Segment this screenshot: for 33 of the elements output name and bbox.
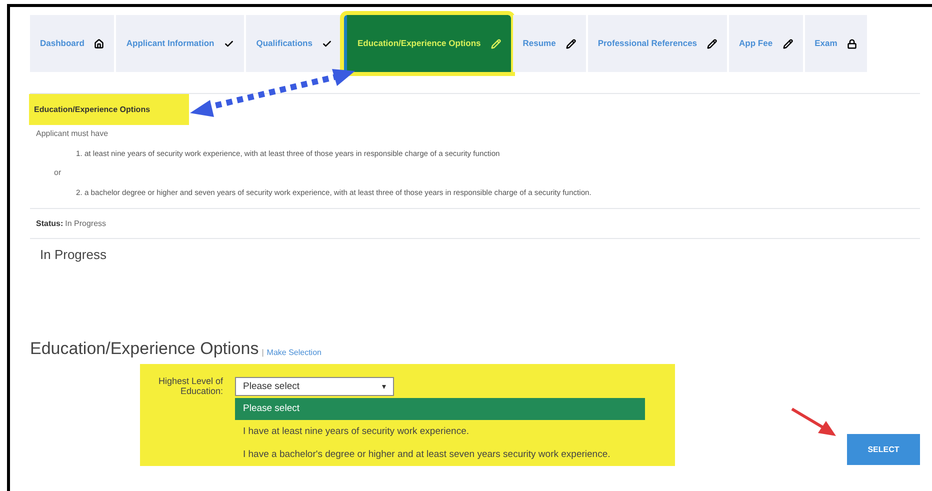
check-icon <box>322 38 332 48</box>
select-button[interactable]: SELECT <box>847 434 920 466</box>
separator-text: | <box>262 349 264 358</box>
tab[interactable]: App Fee <box>729 15 803 72</box>
select-field[interactable]: Please select <box>235 377 394 396</box>
pencil-icon <box>707 38 718 48</box>
tab[interactable]: Dashboard <box>30 15 114 72</box>
selection-title: Education/Experience Options <box>30 340 259 358</box>
tab[interactable]: Qualifications <box>246 15 342 72</box>
status-value: In Progress <box>65 218 106 230</box>
or-text: or <box>54 167 62 180</box>
status-label: Status: <box>36 218 64 230</box>
tab[interactable]: Applicant Information <box>116 15 244 72</box>
tab[interactable]: Resume <box>512 15 586 72</box>
tab[interactable]: Exam <box>804 15 868 72</box>
caret-icon <box>382 384 386 389</box>
tab[interactable]: Professional References <box>588 15 728 72</box>
make-selection-link[interactable]: Make Selection <box>266 349 322 358</box>
dropdown-option[interactable]: I have a bachelor's degree or higher and at least seven years security work experience. <box>235 443 645 466</box>
field-label: Highest Level of Education: <box>157 377 224 398</box>
pointer-arrow <box>791 408 836 436</box>
section-title: Education/Experience Options <box>34 104 150 116</box>
dropdown-option[interactable]: I have at least nine years of security work experience. <box>235 420 645 444</box>
pencil-icon <box>782 38 793 48</box>
dropdown-option[interactable]: Please select <box>235 398 645 420</box>
status-heading: In Progress <box>40 246 108 264</box>
pencil-icon <box>490 38 501 48</box>
pencil-icon <box>566 38 576 48</box>
intro-text: Applicant must have <box>36 128 110 140</box>
select-value: Please select <box>243 380 300 394</box>
lock-icon <box>847 38 858 48</box>
home-icon <box>94 38 104 48</box>
check-icon <box>224 38 234 48</box>
